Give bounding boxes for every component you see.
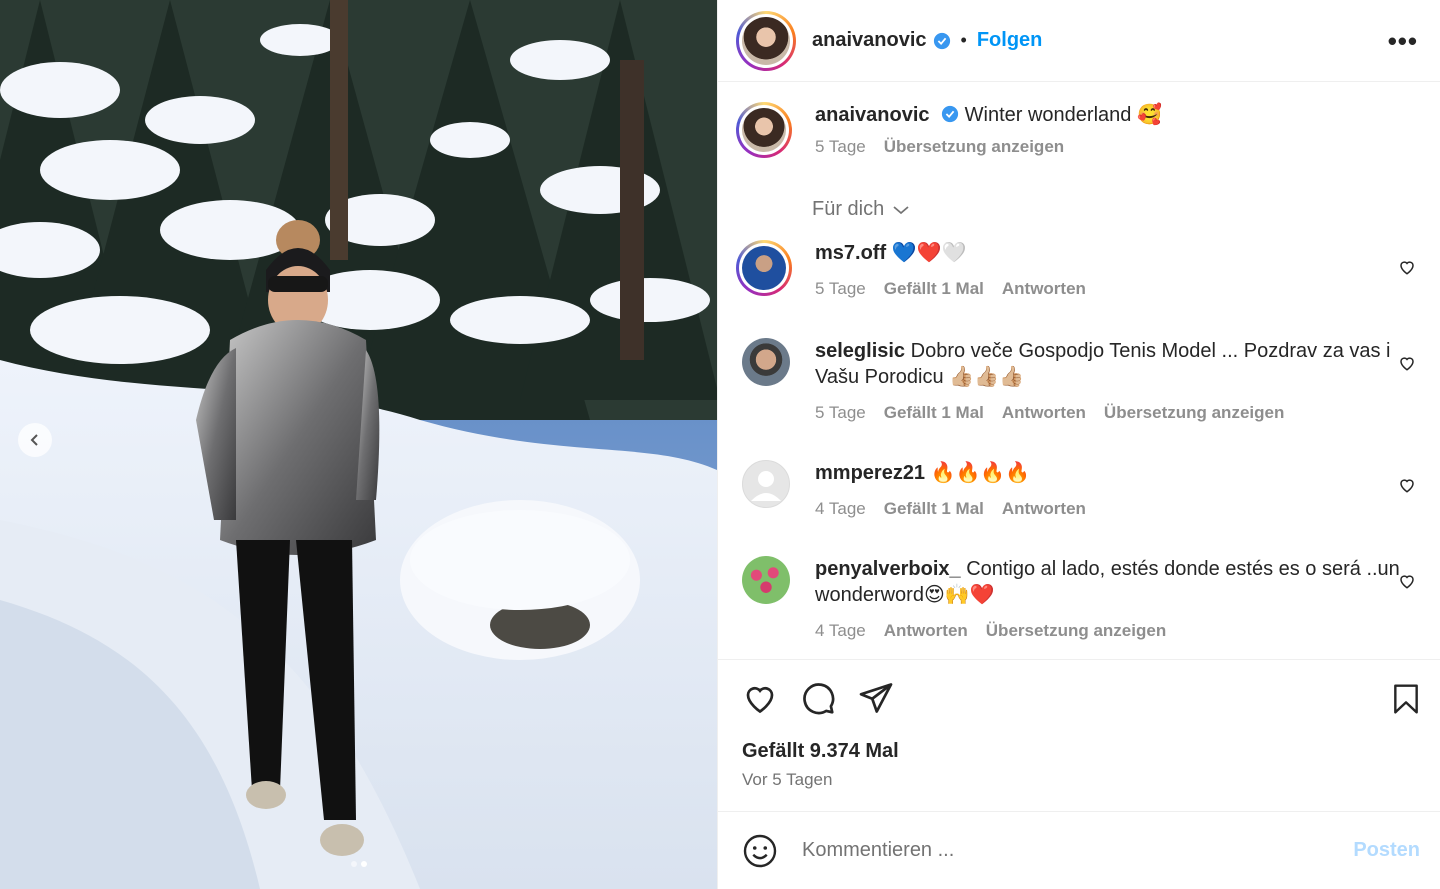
comment-avatar[interactable]	[742, 460, 790, 508]
comment-row: penyalverboix_ Contigo al lado, estés do…	[742, 556, 1420, 644]
comment-composer: Posten	[718, 811, 1440, 889]
post-date: Vor 5 Tagen	[742, 770, 833, 789]
heart-icon[interactable]	[742, 680, 778, 716]
previous-image-button[interactable]	[18, 423, 52, 457]
comment-filter-label: Für dich	[812, 198, 885, 220]
comment-filter-dropdown[interactable]: Für dich	[812, 198, 910, 221]
comment-avatar[interactable]	[742, 556, 790, 604]
post-photo[interactable]	[0, 0, 717, 889]
comment-username[interactable]: ms7.off	[815, 242, 886, 264]
comment-username[interactable]: penyalverboix_	[815, 558, 961, 580]
post-header: anaivanovic • Folgen •••	[718, 0, 1440, 82]
comment-row: seleglisic Dobro veče Gospodjo Tenis Mod…	[742, 338, 1420, 426]
reply-button[interactable]: Antworten	[884, 618, 968, 644]
comment-username[interactable]: mmperez21	[815, 462, 925, 484]
caption-avatar[interactable]	[736, 102, 792, 158]
comment-username[interactable]: seleglisic	[815, 340, 905, 362]
carousel-dot-active	[360, 861, 367, 867]
comment-likes[interactable]: Gefällt 1 Mal	[884, 276, 984, 302]
reply-button[interactable]: Antworten	[1002, 400, 1086, 426]
caption-time[interactable]: 5 Tage	[815, 134, 866, 160]
post-actions: Gefällt 9.374 Mal Vor 5 Tagen	[718, 659, 1440, 811]
comment-row: ms7.off 💙❤️🤍 5 Tage Gefällt 1 Mal Antwor…	[736, 240, 1420, 302]
header-separator: •	[960, 30, 967, 50]
chevron-left-icon	[30, 434, 38, 446]
verified-icon	[933, 32, 950, 49]
translate-button[interactable]: Übersetzung anzeigen	[986, 618, 1166, 644]
comment-likes[interactable]: Gefällt 1 Mal	[884, 400, 984, 426]
comment-text: 💙❤️🤍	[891, 242, 967, 264]
caption-translate-button[interactable]: Übersetzung anzeigen	[884, 134, 1064, 160]
comments-list[interactable]: anaivanovic Winter wonderland 🥰 5 Tage Ü…	[718, 82, 1440, 659]
translate-button[interactable]: Übersetzung anzeigen	[1104, 400, 1284, 426]
comment-likes[interactable]: Gefällt 1 Mal	[884, 496, 984, 522]
comment-avatar[interactable]	[736, 240, 792, 296]
caption-row: anaivanovic Winter wonderland 🥰 5 Tage Ü…	[736, 102, 1420, 160]
bookmark-icon[interactable]	[1390, 682, 1422, 716]
caption-username[interactable]: anaivanovic	[815, 104, 930, 126]
comment-input[interactable]	[802, 839, 1322, 862]
comment-row: mmperez21 🔥🔥🔥🔥 4 Tage Gefällt 1 Mal Antw…	[742, 460, 1420, 522]
comment-time[interactable]: 5 Tage	[815, 400, 866, 426]
carousel-dots	[0, 861, 717, 867]
post-comment-button[interactable]: Posten	[1353, 839, 1420, 862]
author-username[interactable]: anaivanovic	[812, 29, 927, 52]
comment-time[interactable]: 4 Tage	[815, 618, 866, 644]
default-avatar-icon	[751, 471, 781, 501]
follow-button[interactable]: Folgen	[977, 29, 1043, 52]
caption-text: Winter wonderland 🥰	[964, 104, 1162, 126]
heart-icon[interactable]	[1398, 258, 1416, 276]
verified-icon	[941, 105, 959, 123]
reply-button[interactable]: Antworten	[1002, 276, 1086, 302]
share-icon[interactable]	[858, 680, 894, 716]
heart-icon[interactable]	[1398, 572, 1416, 590]
likes-count[interactable]: Gefällt 9.374 Mal	[742, 740, 899, 763]
chevron-down-icon	[893, 205, 909, 214]
heart-icon[interactable]	[1398, 354, 1416, 372]
author-avatar[interactable]	[736, 10, 796, 71]
comment-time[interactable]: 4 Tage	[815, 496, 866, 522]
comment-text: 🔥🔥🔥🔥	[930, 462, 1031, 484]
comment-avatar[interactable]	[742, 338, 790, 386]
post-panel: anaivanovic • Folgen ••• anaivanovic Win…	[717, 0, 1440, 889]
emoji-icon[interactable]	[742, 833, 778, 869]
comment-icon[interactable]	[800, 680, 836, 716]
heart-icon[interactable]	[1398, 476, 1416, 494]
reply-button[interactable]: Antworten	[1002, 496, 1086, 522]
comment-time[interactable]: 5 Tage	[815, 276, 866, 302]
more-options-button[interactable]: •••	[1388, 26, 1418, 57]
carousel-dot	[350, 861, 357, 867]
winter-photo	[0, 0, 717, 889]
